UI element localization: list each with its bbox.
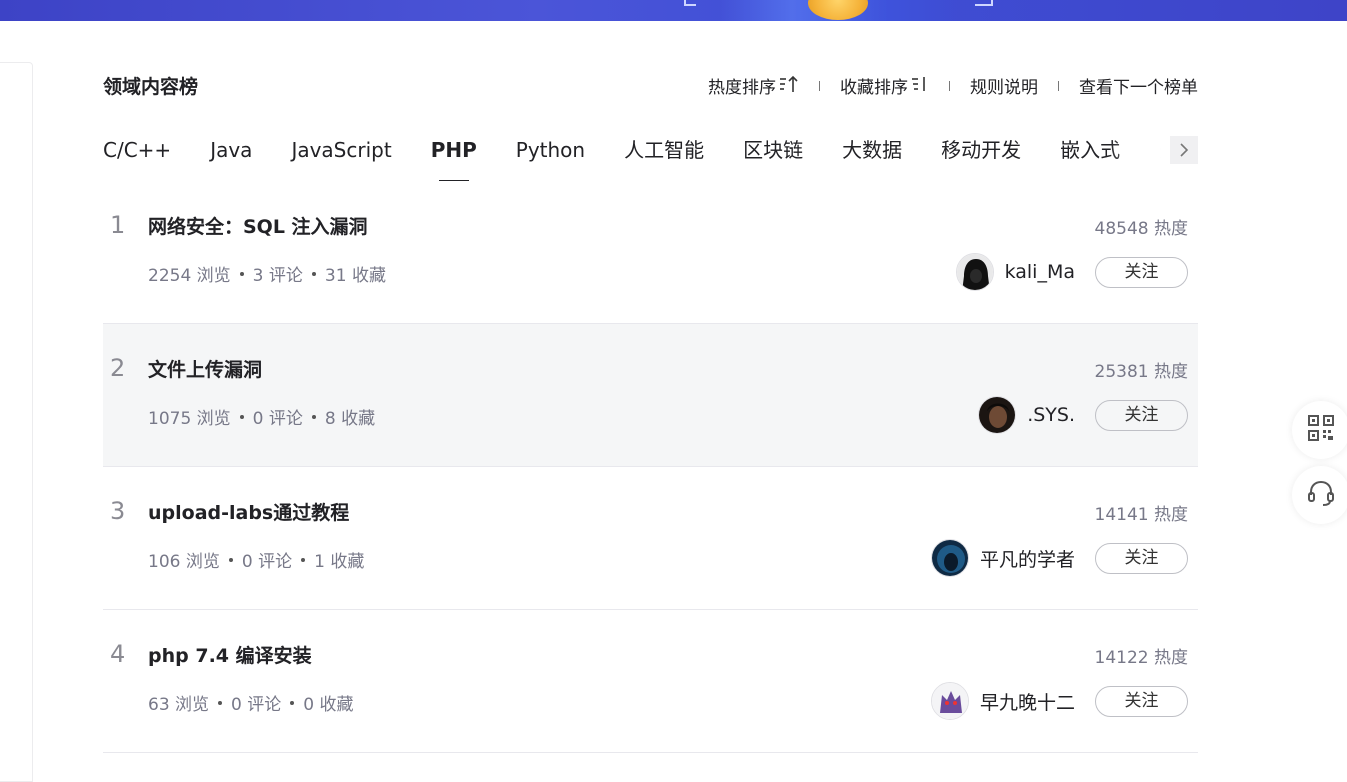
tabs-fade-overlay (1110, 136, 1170, 176)
category-tabs: C/C++ Java JavaScript PHP Python 人工智能 区块… (103, 136, 1198, 186)
sort-by-favorites-button[interactable]: 收藏排序 (840, 73, 929, 98)
separator-dot (228, 557, 233, 562)
sort-desc-icon (779, 75, 799, 97)
tab-ai[interactable]: 人工智能 (624, 136, 704, 182)
sort-by-heat-button[interactable]: 热度排序 (708, 73, 799, 98)
author-name[interactable]: 早九晚十二 (980, 688, 1075, 715)
top-banner[interactable] (0, 0, 1347, 21)
divider (1058, 80, 1059, 91)
list-item[interactable]: 2 文件上传漏洞 1075 浏览 0 评论 8 收藏 25381 热度 .SYS… (103, 324, 1198, 467)
ranking-list: 1 网络安全：SQL 注入漏洞 2254 浏览 3 评论 31 收藏 48548… (103, 181, 1198, 753)
rank-number: 1 (110, 211, 126, 239)
follow-button[interactable]: 关注 (1095, 400, 1188, 431)
tab-python[interactable]: Python (516, 136, 585, 182)
article-stats: 2254 浏览 3 评论 31 收藏 (148, 261, 386, 286)
avatar[interactable] (930, 539, 969, 577)
separator-dot (290, 700, 295, 705)
separator-dot (311, 414, 316, 419)
board-actions: 热度排序 收藏排序 规则说明 查看下一个榜单 (708, 73, 1198, 98)
article-stats: 106 浏览 0 评论 1 收藏 (148, 547, 364, 572)
article-title-link[interactable]: 文件上传漏洞 (148, 355, 262, 382)
tab-blockchain[interactable]: 区块链 (743, 136, 803, 182)
heat-score: 25381 热度 (1094, 362, 1188, 382)
chevron-right-icon (1178, 142, 1190, 163)
comment-count: 3 评论 (252, 266, 303, 286)
favorite-count: 31 收藏 (324, 266, 386, 286)
avatar[interactable] (955, 253, 994, 291)
left-sidebar-panel (0, 62, 33, 782)
comment-count: 0 评论 (241, 552, 293, 572)
author-info[interactable]: kali_Ma (955, 253, 1075, 291)
separator-dot (301, 557, 306, 562)
tab-java[interactable]: Java (210, 136, 252, 182)
view-count: 2254 浏览 (148, 266, 231, 286)
separator-dot (311, 271, 316, 276)
rank-number: 3 (110, 497, 126, 525)
tab-mobile-dev[interactable]: 移动开发 (941, 136, 1021, 182)
tab-php[interactable]: PHP (431, 136, 477, 182)
comment-count: 0 评论 (231, 695, 282, 715)
author-name[interactable]: 平凡的学者 (980, 545, 1075, 572)
article-stats: 1075 浏览 0 评论 8 收藏 (148, 404, 375, 429)
banner-bracket-left (684, 0, 696, 6)
tab-cpp[interactable]: C/C++ (103, 136, 171, 182)
follow-button[interactable]: 关注 (1095, 257, 1188, 288)
qrcode-icon (1307, 414, 1335, 446)
favorite-count: 8 收藏 (324, 409, 376, 429)
list-item[interactable]: 4 php 7.4 编译安装 63 浏览 0 评论 0 收藏 14122 热度 … (103, 610, 1198, 753)
next-board-link[interactable]: 查看下一个榜单 (1079, 73, 1198, 98)
view-count: 106 浏览 (148, 552, 220, 572)
favorite-count: 0 收藏 (303, 695, 354, 715)
divider (949, 80, 950, 91)
qrcode-button[interactable] (1292, 401, 1347, 459)
separator-dot (239, 414, 244, 419)
tab-bigdata[interactable]: 大数据 (842, 136, 902, 182)
list-item[interactable]: 3 upload-labs通过教程 106 浏览 0 评论 1 收藏 14141… (103, 467, 1198, 610)
follow-button[interactable]: 关注 (1095, 543, 1188, 574)
article-title-link[interactable]: 网络安全：SQL 注入漏洞 (148, 212, 368, 239)
favorite-count: 1 收藏 (314, 552, 365, 572)
divider (819, 80, 820, 91)
separator-dot (239, 271, 244, 276)
author-info[interactable]: 早九晚十二 (930, 682, 1075, 720)
heat-score: 14122 热度 (1094, 648, 1188, 668)
author-info[interactable]: 平凡的学者 (930, 539, 1075, 577)
avatar[interactable] (978, 396, 1017, 434)
rank-number: 2 (110, 354, 126, 382)
follow-button[interactable]: 关注 (1095, 686, 1188, 717)
avatar[interactable] (930, 682, 969, 720)
banner-bracket-right (975, 0, 993, 6)
sort-list-icon (911, 75, 929, 97)
comment-count: 0 评论 (252, 409, 303, 429)
board-title: 领域内容榜 (103, 76, 199, 98)
sort-by-heat-label: 热度排序 (708, 78, 776, 98)
view-count: 63 浏览 (148, 695, 210, 715)
author-name[interactable]: .SYS. (1027, 404, 1075, 426)
rank-number: 4 (110, 640, 126, 668)
separator-dot (218, 700, 223, 705)
headset-icon (1306, 478, 1336, 512)
author-info[interactable]: .SYS. (978, 396, 1075, 434)
heat-score: 48548 热度 (1094, 219, 1188, 239)
view-count: 1075 浏览 (148, 409, 231, 429)
tab-javascript[interactable]: JavaScript (291, 136, 391, 182)
heat-score: 14141 热度 (1094, 505, 1188, 525)
customer-service-button[interactable] (1292, 466, 1347, 524)
article-title-link[interactable]: upload-labs通过教程 (148, 498, 349, 525)
tabs-next-button[interactable] (1170, 136, 1198, 164)
author-name[interactable]: kali_Ma (1005, 261, 1075, 283)
article-stats: 63 浏览 0 评论 0 收藏 (148, 690, 354, 715)
article-title-link[interactable]: php 7.4 编译安装 (148, 641, 312, 668)
sort-by-favorites-label: 收藏排序 (840, 78, 908, 98)
list-item[interactable]: 1 网络安全：SQL 注入漏洞 2254 浏览 3 评论 31 收藏 48548… (103, 181, 1198, 324)
rules-link[interactable]: 规则说明 (970, 73, 1038, 98)
